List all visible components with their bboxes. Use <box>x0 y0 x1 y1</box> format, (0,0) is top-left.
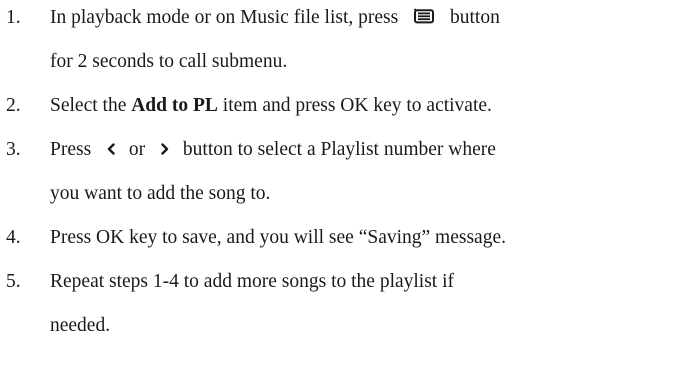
menu-icon <box>413 8 435 24</box>
menu-item-name: Add to PL <box>131 95 218 116</box>
step-text: Press OK key to save, and you will see “… <box>50 227 506 248</box>
list-item-continuation: needed. <box>50 314 110 338</box>
list-item: 3. Press or button to select a Playlist … <box>0 138 676 162</box>
step-text-before-icon: Press <box>50 139 92 160</box>
step-text-after-bold: item and press OK key to activate. <box>222 95 492 116</box>
step-number: 1. <box>6 7 21 28</box>
list-item-continuation: you want to add the song to. <box>50 182 270 206</box>
step-number: 3. <box>6 139 21 160</box>
step-text-before-icon: In playback mode or on Music file list, … <box>50 7 399 28</box>
step-text: Repeat steps 1-4 to add more songs to th… <box>50 271 455 292</box>
step-text-after-icon: button to select a Playlist number where <box>182 139 496 160</box>
step-text-before-bold: Select the <box>50 95 127 116</box>
step-text-middle: or <box>128 139 146 160</box>
step-text-after-icon: button <box>449 7 500 28</box>
step-continuation: needed. <box>50 315 111 336</box>
chevron-right-icon <box>161 142 169 155</box>
chevron-left-icon <box>107 142 115 155</box>
list-item-continuation: for 2 seconds to call submenu. <box>50 50 287 74</box>
step-number: 2. <box>6 95 21 116</box>
list-item: 2. Select the Add to PL item and press O… <box>0 94 676 118</box>
step-number: 5. <box>6 271 21 292</box>
instruction-list: 1. In playback mode or on Music file lis… <box>0 0 676 380</box>
step-text: Press or button to select a Playlist num… <box>50 138 496 162</box>
step-text: Select the Add to PL item and press OK k… <box>50 94 492 118</box>
step-continuation: for 2 seconds to call submenu. <box>50 51 288 72</box>
list-item: 5. Repeat steps 1-4 to add more songs to… <box>0 270 676 294</box>
step-text: In playback mode or on Music file list, … <box>50 6 500 30</box>
step-continuation: you want to add the song to. <box>50 183 271 204</box>
list-item: 1. In playback mode or on Music file lis… <box>0 6 676 30</box>
list-item: 4. Press OK key to save, and you will se… <box>0 226 676 250</box>
step-number: 4. <box>6 227 21 248</box>
